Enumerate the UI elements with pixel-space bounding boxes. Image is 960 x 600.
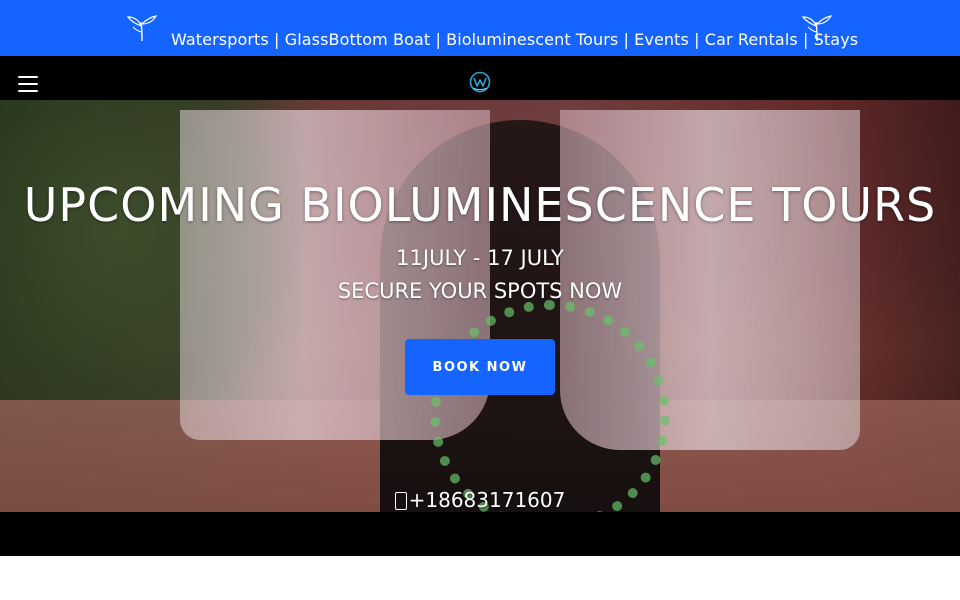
- sprout-icon: [801, 15, 833, 42]
- hero-overlay: [0, 100, 960, 512]
- hero-title: UPCOMING BIOLUMINESCENCE TOURS: [23, 178, 937, 232]
- hero-dates: 11JULY - 17 JULY: [396, 246, 564, 270]
- hamburger-menu-icon[interactable]: [18, 76, 38, 92]
- hero-subtitle: SECURE YOUR SPOTS NOW: [337, 279, 623, 303]
- announcement-bar: Watersports | GlassBottom Boat | Biolumi…: [0, 0, 960, 56]
- sprout-icon: [126, 15, 158, 42]
- phone-number[interactable]: +18683171607: [409, 488, 566, 512]
- w-logo-icon[interactable]: [469, 71, 491, 93]
- phone-link[interactable]: +18683171607: [0, 487, 960, 513]
- book-now-button[interactable]: BOOK NOW: [405, 339, 555, 395]
- phone-icon: [394, 492, 407, 510]
- hero-banner: [0, 100, 960, 512]
- top-nav-links[interactable]: Watersports | GlassBottom Boat | Biolumi…: [171, 30, 858, 50]
- hero-bottom-strip: [0, 512, 960, 556]
